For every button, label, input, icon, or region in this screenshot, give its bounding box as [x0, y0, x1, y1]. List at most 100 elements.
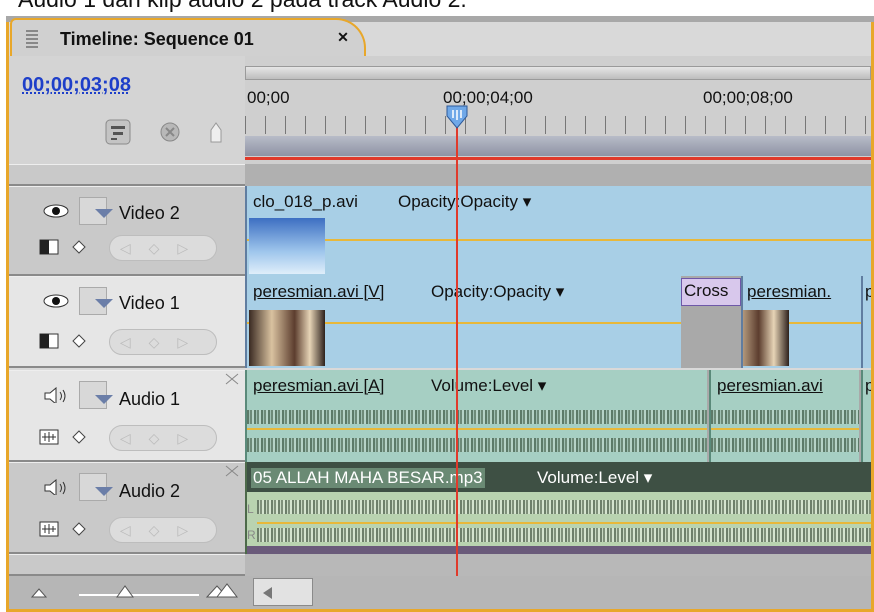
- show-keyframes-icon[interactable]: [71, 333, 91, 349]
- expand-track-triangle-icon[interactable]: [95, 395, 113, 404]
- clip-name: p: [865, 376, 871, 396]
- keyframe-navigator[interactable]: ◁◇▷: [109, 329, 217, 355]
- transition-name: Cross: [684, 281, 729, 300]
- scroll-left-icon[interactable]: [260, 585, 274, 601]
- clip-name: p: [865, 282, 871, 302]
- ruler-label: 00;00;08;00: [703, 88, 793, 107]
- ruler-label: 00;00: [247, 88, 290, 107]
- toggle-track-output-eye-icon[interactable]: [43, 293, 69, 309]
- show-keyframes-icon[interactable]: [71, 521, 91, 537]
- caption-text: Audio 1 dan klip audio 2 pada track Audi…: [18, 0, 467, 13]
- track-header-audio1: Audio 1 ◁◇▷: [9, 370, 245, 462]
- display-style-icon[interactable]: [39, 333, 59, 349]
- display-waveform-icon[interactable]: [39, 521, 59, 537]
- ruler-ticks: [245, 116, 871, 134]
- track-header-audio2: Audio 2 ◁◇▷: [9, 462, 245, 554]
- zoom-scroll-bar[interactable]: [245, 66, 871, 80]
- audio-clip[interactable]: 05 ALLAH MAHA BESAR.mp3 Volume:Level ▾ L…: [245, 462, 871, 554]
- track-name: Audio 2: [119, 481, 181, 501]
- set-marker-icon[interactable]: [202, 118, 230, 146]
- audio-waveform: [257, 500, 871, 514]
- zoom-slider-thumb-icon[interactable]: [115, 584, 135, 598]
- audio-clip[interactable]: p: [861, 370, 871, 462]
- clip-effect-menu[interactable]: Volume:Level ▾: [537, 468, 652, 488]
- track-lane-video1: peresmian.avi [V] Opacity:Opacity ▾ Cros…: [245, 276, 871, 368]
- track-header-audio3-partial: [9, 554, 245, 576]
- close-icon[interactable]: ✕: [334, 28, 352, 46]
- expand-track-triangle-icon[interactable]: [95, 299, 113, 308]
- audio-waveform: [247, 438, 707, 452]
- volume-rubber-band[interactable]: [247, 428, 707, 430]
- snap-icon[interactable]: [104, 118, 132, 146]
- speaker-icon[interactable]: [43, 479, 69, 495]
- keyframe-navigator[interactable]: ◁◇▷: [109, 425, 217, 451]
- opacity-rubber-band[interactable]: [247, 239, 871, 241]
- clip-effect-menu[interactable]: Opacity:Opacity ▾: [431, 282, 564, 302]
- toggle-track-output-eye-icon[interactable]: [43, 203, 69, 219]
- track-lane-audio3-partial: [245, 554, 871, 576]
- clip-name: peresmian.avi [V]: [253, 282, 385, 301]
- track-header-video3-partial: [9, 164, 245, 186]
- video-clip[interactable]: peresmian.avi [V] Opacity:Opacity ▾: [245, 276, 681, 368]
- zoom-out-icon[interactable]: [31, 586, 47, 598]
- timeline-bottom-bar: [9, 576, 871, 609]
- audio-waveform: [257, 528, 871, 542]
- video-clip[interactable]: p: [861, 276, 871, 368]
- clip-footer: [247, 546, 871, 554]
- track-name: Video 1: [119, 293, 180, 313]
- show-keyframes-icon[interactable]: [71, 429, 91, 445]
- track-lane-audio2: 05 ALLAH MAHA BESAR.mp3 Volume:Level ▾ L…: [245, 462, 871, 554]
- zoom-slider-track[interactable]: [79, 594, 199, 596]
- track-type-icon: [225, 465, 239, 477]
- audio-waveform: [247, 410, 707, 424]
- track-header-video2: Video 2 ◁◇▷: [9, 186, 245, 276]
- set-encore-marker-icon[interactable]: [156, 118, 184, 146]
- playhead-handle-icon[interactable]: [445, 104, 469, 130]
- audio-waveform: [711, 410, 859, 424]
- tab-timeline-sequence[interactable]: Timeline: Sequence 01 ✕: [10, 18, 366, 56]
- tab-grip-icon[interactable]: [26, 30, 38, 48]
- horizontal-scrollbar[interactable]: [253, 578, 313, 606]
- volume-rubber-band[interactable]: [257, 522, 871, 524]
- render-bar: [245, 157, 871, 160]
- track-lane-audio1: L R peresmian.avi [A] Volume:Level ▾ per…: [245, 370, 871, 462]
- audio-clip[interactable]: peresmian.avi: [709, 370, 859, 462]
- current-timecode[interactable]: 00;00;03;08: [22, 74, 131, 97]
- show-keyframes-icon[interactable]: [71, 239, 91, 255]
- track-name: Audio 1: [119, 389, 181, 409]
- display-waveform-icon[interactable]: [39, 429, 59, 445]
- audio-waveform: [711, 438, 859, 452]
- clip-effect-menu[interactable]: Volume:Level ▾: [431, 376, 546, 396]
- video-clip[interactable]: peresmian.: [741, 276, 861, 368]
- work-area-bar[interactable]: [245, 136, 871, 156]
- track-type-icon: [225, 373, 239, 385]
- timeline-header-controls: [9, 56, 245, 164]
- clip-thumbnail: [743, 310, 789, 366]
- expand-track-triangle-icon[interactable]: [95, 487, 113, 496]
- tab-title: Timeline: Sequence 01: [60, 29, 254, 49]
- keyframe-navigator[interactable]: ◁◇▷: [109, 235, 217, 261]
- video-clip[interactable]: clo_018_p.avi Opacity:Opacity ▾: [245, 186, 871, 276]
- expand-track-triangle-icon[interactable]: [95, 209, 113, 218]
- track-name: Video 2: [119, 203, 180, 223]
- clip-name: clo_018_p.avi: [253, 192, 358, 211]
- clip-name: peresmian.avi [A]: [253, 376, 385, 395]
- time-ruler[interactable]: 00;00 00;00;04;00 00;00;08;00: [245, 56, 871, 164]
- clip-thumbnail: [249, 218, 325, 274]
- volume-rubber-band[interactable]: [711, 428, 859, 430]
- playhead-line[interactable]: [456, 108, 458, 576]
- transition-cross-dissolve[interactable]: Cross: [681, 278, 741, 306]
- keyframe-navigator[interactable]: ◁◇▷: [109, 517, 217, 543]
- display-style-icon[interactable]: [39, 239, 59, 255]
- clip-name: 05 ALLAH MAHA BESAR.mp3: [251, 468, 485, 488]
- clip-thumbnail: [249, 310, 325, 366]
- clip-effect-menu[interactable]: Opacity:Opacity ▾: [398, 192, 531, 212]
- speaker-icon[interactable]: [43, 387, 69, 403]
- track-lane-video2: clo_018_p.avi Opacity:Opacity ▾: [245, 186, 871, 276]
- audio-clip[interactable]: peresmian.avi [A] Volume:Level ▾: [245, 370, 707, 462]
- clip-name: peresmian.: [747, 282, 832, 301]
- clip-name: peresmian.avi: [717, 376, 823, 395]
- track-header-video1: Video 1 ◁◇▷: [9, 276, 245, 368]
- zoom-in-icon[interactable]: [205, 582, 239, 598]
- track-lane-video3-partial: [245, 164, 871, 186]
